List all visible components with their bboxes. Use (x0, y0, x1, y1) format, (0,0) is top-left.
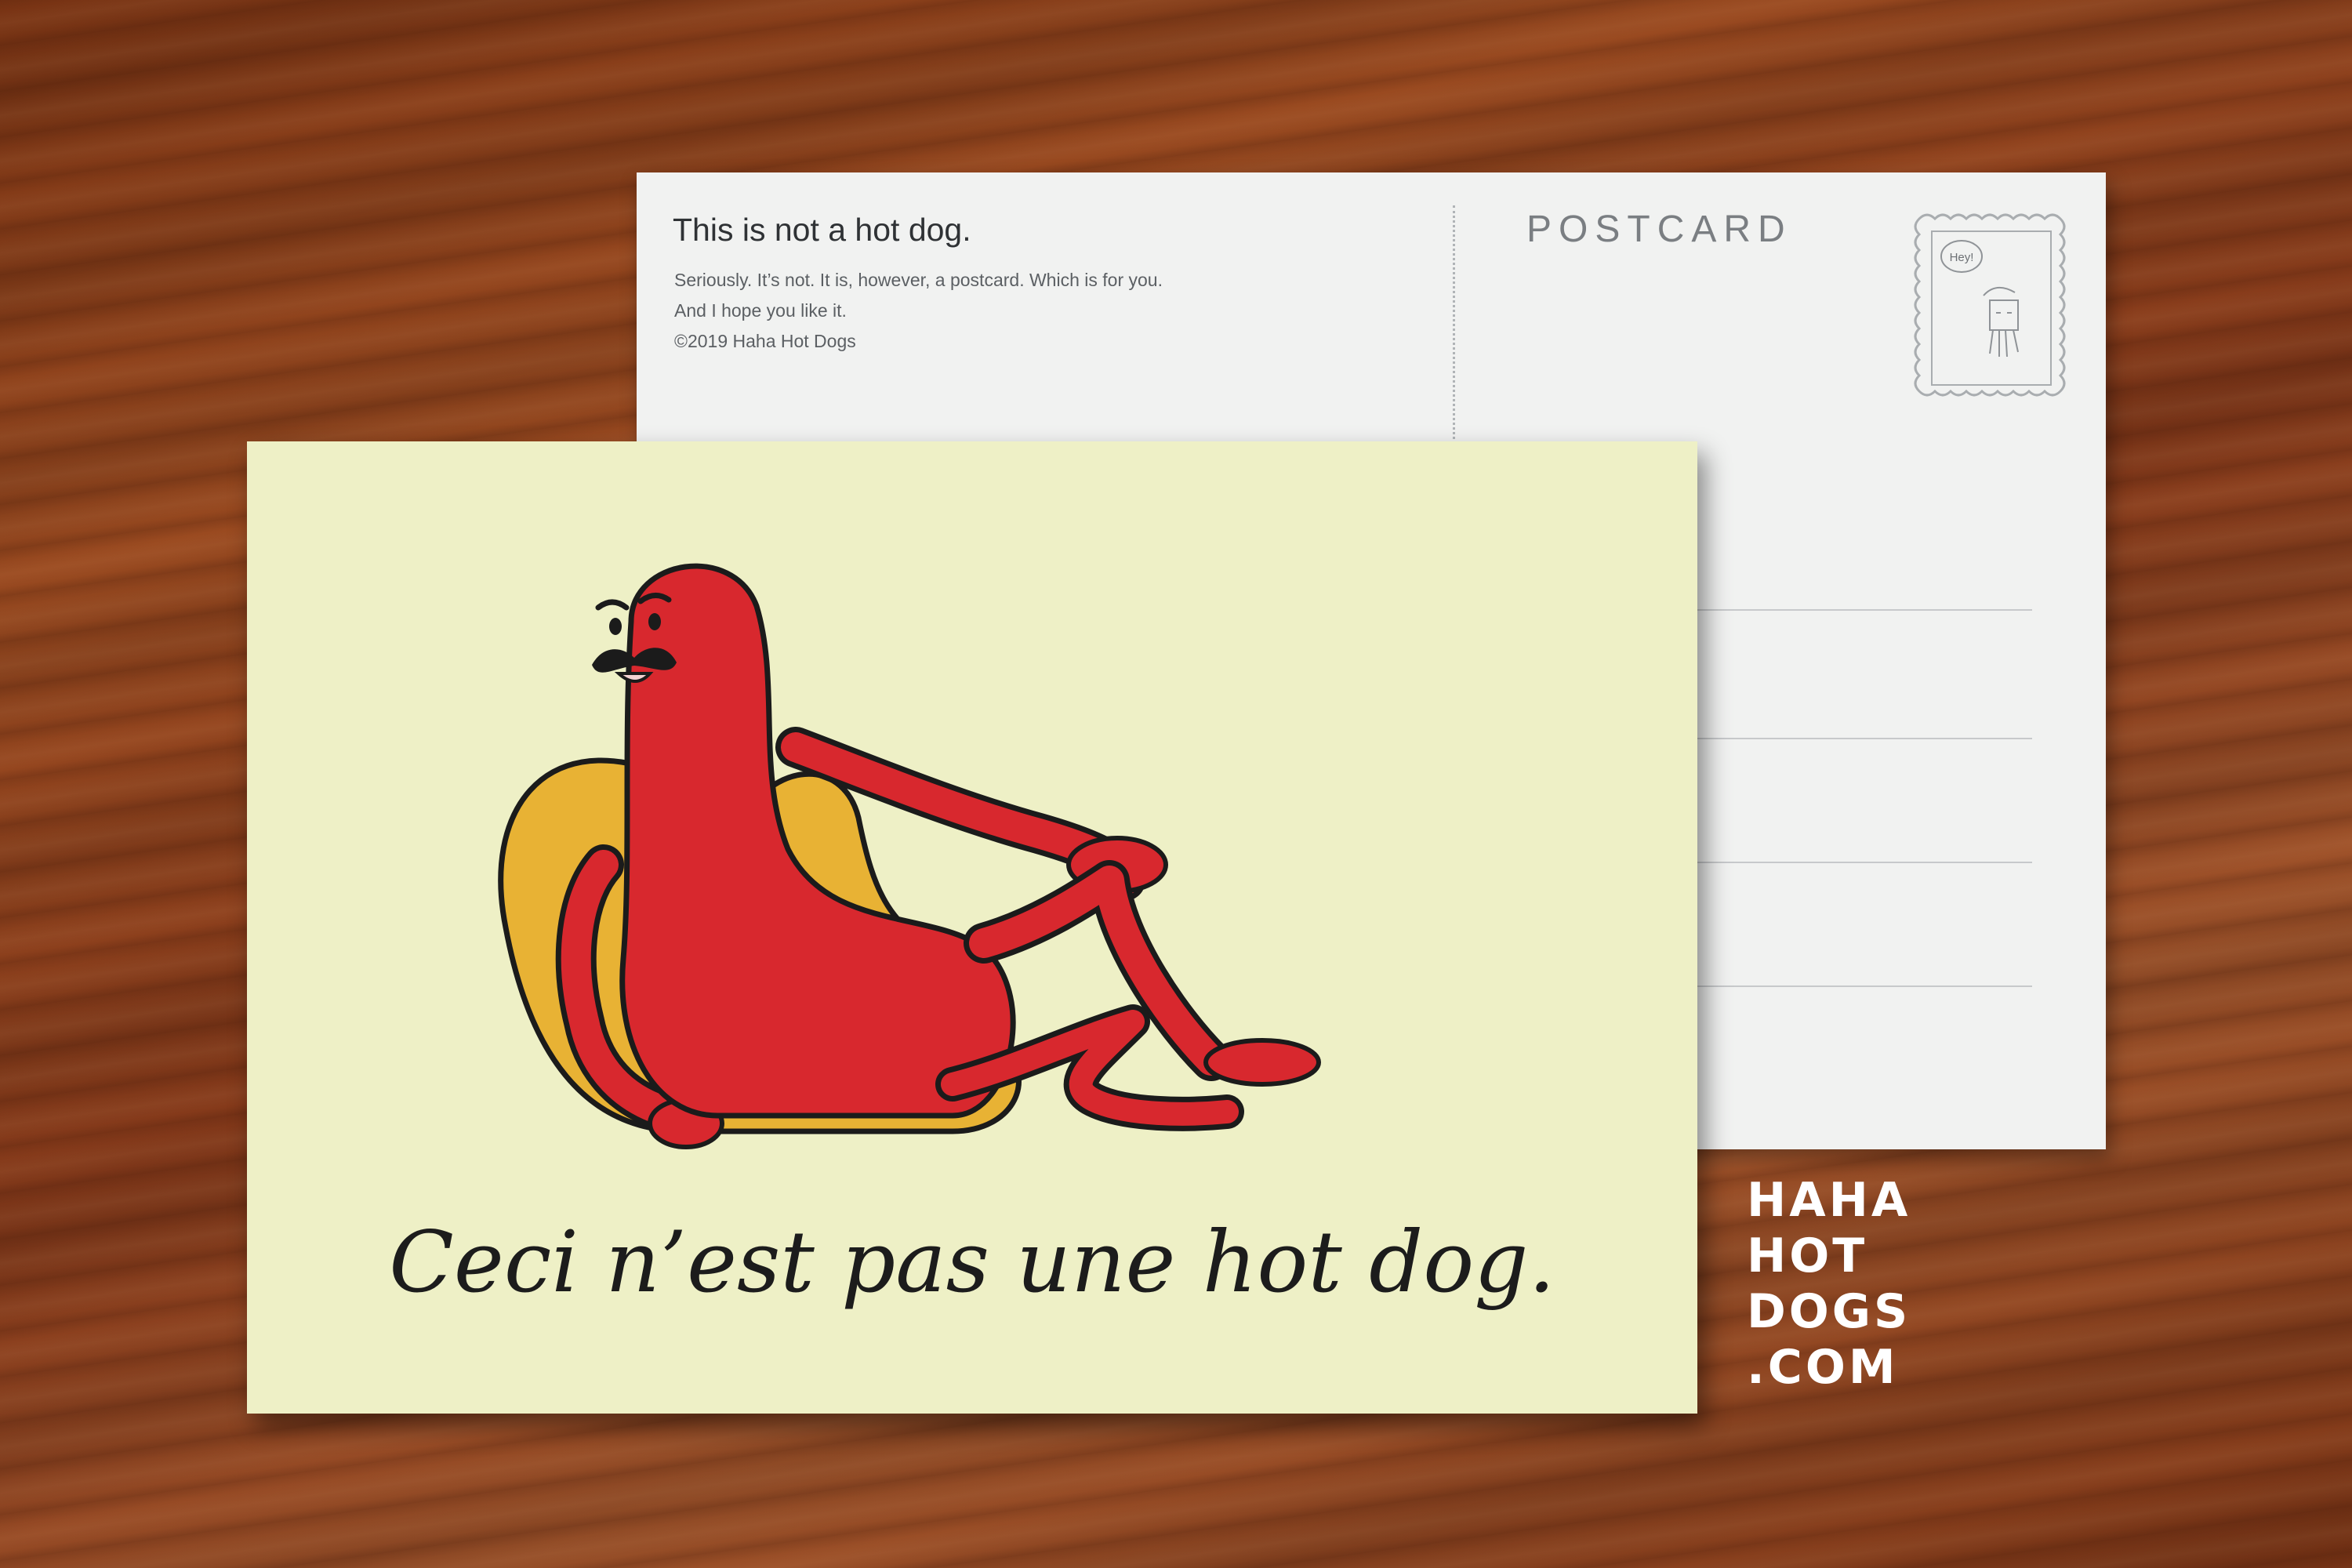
postcard-label: POSTCARD (1526, 209, 1792, 250)
brand-line: HOT (1747, 1229, 1868, 1283)
photo-scene: This is not a hot dog. Seriously. It’s n… (0, 0, 2352, 1568)
right-foot-icon (1203, 1038, 1321, 1087)
back-body-line: Seriously. It’s not. It is, however, a p… (674, 270, 1163, 290)
brand-logo: HAHA HOT DOGS .COM (1747, 1173, 1911, 1396)
left-eye-icon (609, 618, 622, 635)
back-title: This is not a hot dog. (673, 212, 971, 248)
stamp-speech-text: Hey! (1950, 251, 1974, 264)
copyright-line: ©2019 Haha Hot Dogs (674, 331, 856, 351)
left-eyebrow-icon (595, 599, 630, 611)
right-eye-icon (648, 613, 661, 630)
back-body-line: And I hope you like it. (674, 300, 847, 321)
stamp-box: Hey! (1908, 208, 2074, 408)
stamp-illustration: Hey! (1914, 213, 2066, 397)
postcard-front: Ceci n’est pas une hot dog. (247, 441, 1697, 1414)
brand-line: .COM (1747, 1340, 1899, 1395)
front-caption: Ceci n’est pas une hot dog. (389, 1214, 1555, 1312)
back-body-text: Seriously. It’s not. It is, however, a p… (674, 265, 1163, 357)
brand-line: DOGS (1747, 1284, 1911, 1339)
brand-line: HAHA (1747, 1173, 1911, 1228)
hotdog-illustration (498, 563, 1321, 1149)
